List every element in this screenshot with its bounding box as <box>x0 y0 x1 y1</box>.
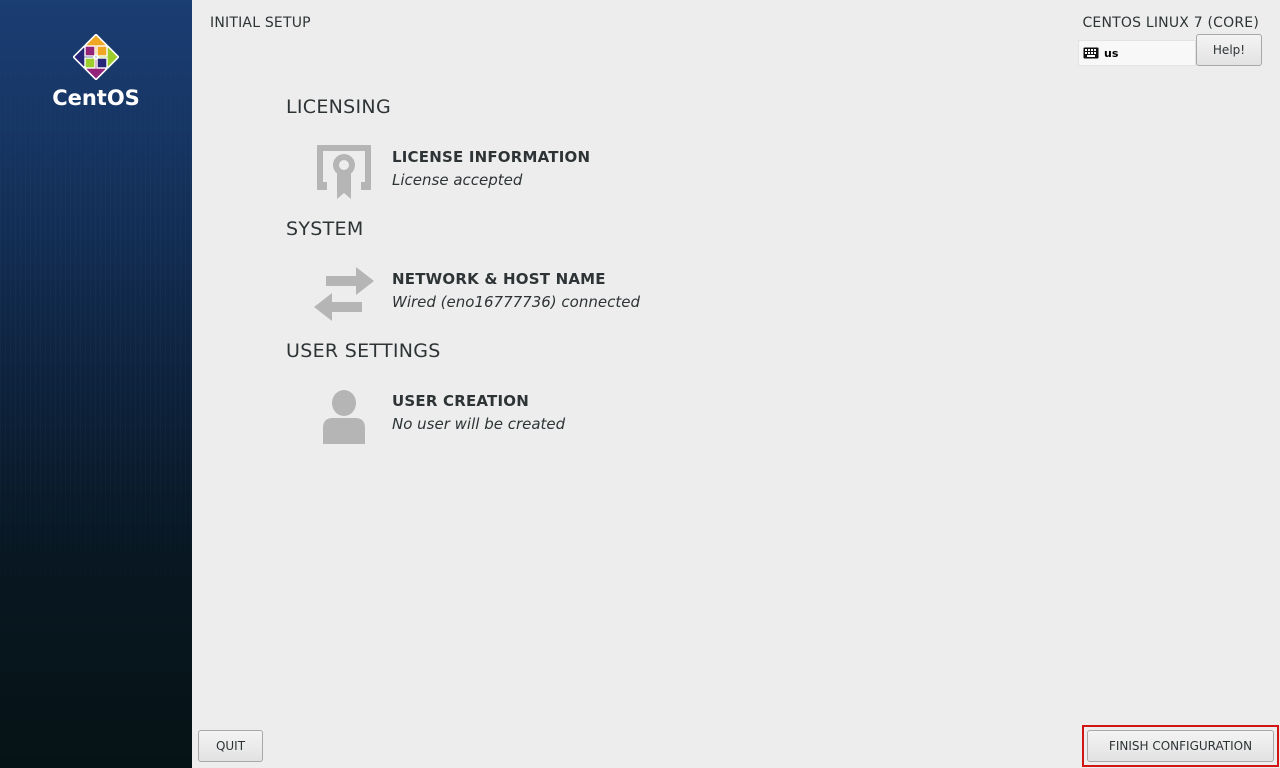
section-heading-system: SYSTEM <box>286 218 364 240</box>
spoke-status: No user will be created <box>392 415 566 433</box>
section-heading-user-settings: USER SETTINGS <box>286 340 441 362</box>
spoke-status: License accepted <box>392 171 523 189</box>
user-icon <box>310 384 378 448</box>
quit-button[interactable]: QUIT <box>198 730 263 762</box>
centos-logo-icon <box>73 34 119 80</box>
page-title: INITIAL SETUP <box>210 15 311 31</box>
license-icon <box>310 140 378 204</box>
logo-text: CentOS <box>52 86 140 110</box>
sidebar: CentOS <box>0 0 192 768</box>
keyboard-icon <box>1083 47 1099 59</box>
spoke-user-creation[interactable]: USER CREATION No user will be created <box>310 384 730 448</box>
spoke-license-information[interactable]: LICENSE INFORMATION License accepted <box>310 140 730 204</box>
spoke-title: USER CREATION <box>392 392 529 410</box>
spoke-title: NETWORK & HOST NAME <box>392 270 606 288</box>
sidebar-texture <box>0 0 192 768</box>
spoke-title: LICENSE INFORMATION <box>392 148 591 166</box>
centos-logo: CentOS <box>0 34 192 110</box>
section-heading-licensing: LICENSING <box>286 96 391 118</box>
spoke-status: Wired (eno16777736) connected <box>392 293 640 311</box>
finish-configuration-button[interactable]: FINISH CONFIGURATION <box>1087 730 1274 762</box>
initial-setup-window: CentOS INITIAL SETUP CENTOS LINUX 7 (COR… <box>0 0 1280 768</box>
spoke-network-host-name[interactable]: NETWORK & HOST NAME Wired (eno16777736) … <box>310 262 730 326</box>
network-arrows-icon <box>310 262 378 326</box>
product-title: CENTOS LINUX 7 (CORE) <box>1082 15 1259 31</box>
help-button[interactable]: Help! <box>1196 34 1262 66</box>
keyboard-layout-label: us <box>1104 46 1119 60</box>
keyboard-layout-indicator[interactable]: us <box>1078 40 1196 66</box>
